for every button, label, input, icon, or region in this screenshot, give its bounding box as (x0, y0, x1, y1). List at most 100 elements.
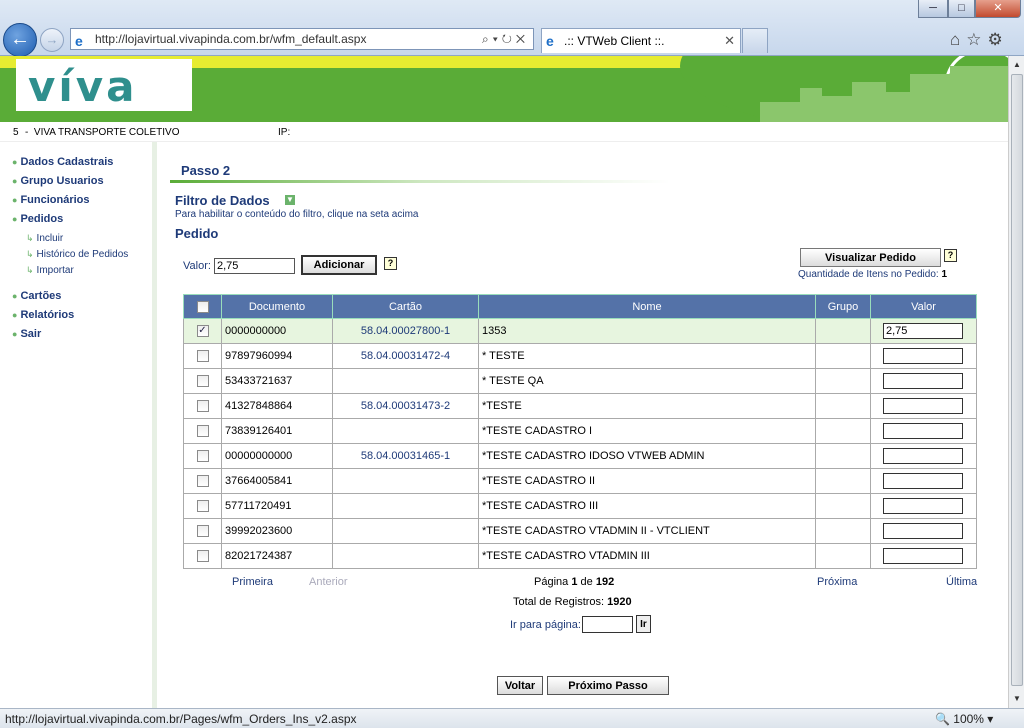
cell-documento: 57711720491 (221, 493, 333, 519)
back-button[interactable]: Voltar (497, 676, 543, 695)
banner-building (800, 88, 822, 122)
row-checkbox[interactable] (196, 350, 209, 363)
vertical-scrollbar[interactable]: ▲ ▼ (1008, 56, 1024, 708)
address-tools-icons[interactable]: ⌕▾↻✕ (482, 29, 529, 49)
tab-close-icon[interactable]: ✕ (724, 29, 735, 53)
expand-filter-icon[interactable]: ▼ (285, 195, 295, 205)
cell-nome: *TESTE CADASTRO IDOSO VTWEB ADMIN (478, 443, 816, 469)
tab-vtweb-client[interactable]: e .:: VTWeb Client ::. ✕ (541, 28, 741, 53)
add-button[interactable]: Adicionar (301, 255, 377, 275)
cell-documento: 53433721637 (221, 368, 333, 394)
row-checkbox[interactable] (196, 525, 209, 538)
view-order-button[interactable]: Visualizar Pedido (800, 248, 941, 267)
table-row[interactable]: 73839126401 *TESTE CADASTRO I (183, 418, 977, 444)
pager-last-link[interactable]: Última (946, 576, 977, 588)
forward-arrow-icon[interactable]: → (40, 28, 64, 52)
maximize-button[interactable]: □ (948, 0, 975, 18)
step-title: Passo 2 (181, 163, 231, 178)
sidebar-item-funcionarios[interactable]: ● Funcionários (12, 194, 90, 206)
sidebar-item-grupo-usuarios[interactable]: ● Grupo Usuarios (12, 175, 104, 187)
goto-page-input[interactable] (582, 616, 633, 633)
table-row[interactable]: 39992023600 *TESTE CADASTRO VTADMIN II -… (183, 518, 977, 544)
back-arrow-icon[interactable]: ← (3, 23, 37, 57)
pager-next-link[interactable]: Próxima (817, 576, 857, 588)
sidebar-subitem-importar[interactable]: ↳ Importar (26, 265, 74, 276)
row-valor-input[interactable] (883, 548, 963, 564)
row-valor-input[interactable] (883, 323, 963, 339)
sidebar-item-dados-cadastrais[interactable]: ● Dados Cadastrais (12, 156, 113, 168)
row-valor-input[interactable] (883, 423, 963, 439)
row-checkbox[interactable] (196, 375, 209, 388)
close-window-button[interactable]: ✕ (975, 0, 1021, 18)
table-row[interactable]: 97897960994 58.04.00031472-4 * TESTE (183, 343, 977, 369)
banner-building (852, 82, 886, 122)
cell-nome: *TESTE (478, 393, 816, 419)
goto-page-button[interactable]: Ir (636, 615, 651, 633)
row-checkbox[interactable] (196, 550, 209, 563)
row-valor-input[interactable] (883, 398, 963, 414)
scroll-thumb[interactable] (1011, 74, 1023, 686)
cell-grupo (815, 443, 871, 469)
order-title: Pedido (175, 226, 219, 241)
cell-documento: 41327848864 (221, 393, 333, 419)
pager-first-link[interactable]: Primeira (232, 576, 273, 588)
row-valor-input[interactable] (883, 473, 963, 489)
cell-documento: 82021724387 (221, 543, 333, 569)
help-icon[interactable]: ? (384, 257, 397, 270)
table-row[interactable]: 37664005841 *TESTE CADASTRO II (183, 468, 977, 494)
minimize-button[interactable]: ─ (918, 0, 948, 18)
banner-building (760, 102, 800, 122)
table-row[interactable]: 00000000000 58.04.00031465-1 *TESTE CADA… (183, 443, 977, 469)
new-tab-button[interactable] (742, 28, 768, 53)
address-bar[interactable]: e http://lojavirtual.vivapinda.com.br/wf… (70, 28, 534, 50)
sidebar-subitem-incluir[interactable]: ↳ Incluir (26, 233, 63, 244)
cell-grupo (815, 368, 871, 394)
col-cartao: Cartão (332, 294, 479, 319)
select-all-header[interactable] (183, 294, 222, 319)
status-url: http://lojavirtual.vivapinda.com.br/Page… (5, 712, 357, 726)
sidebar-item-sair[interactable]: ● Sair (12, 328, 41, 340)
row-valor-input[interactable] (883, 448, 963, 464)
scroll-up-icon[interactable]: ▲ (1010, 58, 1024, 72)
row-checkbox[interactable] (196, 500, 209, 513)
table-row[interactable]: ✓ 0000000000 58.04.00027800-1 1353 (183, 318, 977, 344)
row-valor-input[interactable] (883, 498, 963, 514)
zoom-control[interactable]: 🔍 100% ▾ (935, 712, 993, 726)
row-checkbox[interactable]: ✓ (196, 325, 209, 338)
cell-cartao (332, 543, 479, 569)
goto-page-label: Ir para página: (510, 619, 581, 631)
cell-documento: 97897960994 (221, 343, 333, 369)
banner-building (950, 66, 1008, 122)
row-checkbox[interactable] (196, 425, 209, 438)
row-checkbox[interactable] (196, 475, 209, 488)
cell-grupo (815, 543, 871, 569)
table-row[interactable]: 53433721637 * TESTE QA (183, 368, 977, 394)
cell-nome: *TESTE CADASTRO VTADMIN III (478, 543, 816, 569)
row-valor-input[interactable] (883, 348, 963, 364)
pager: Primeira Anterior Página 1 de 192 Próxim… (183, 576, 977, 592)
row-checkbox[interactable] (196, 450, 209, 463)
next-step-button[interactable]: Próximo Passo (547, 676, 669, 695)
table-row[interactable]: 82021724387 *TESTE CADASTRO VTADMIN III (183, 543, 977, 569)
cell-cartao: 58.04.00027800-1 (332, 318, 479, 344)
sidebar-item-relatorios[interactable]: ● Relatórios (12, 309, 74, 321)
banner-building (822, 96, 852, 122)
row-valor-input[interactable] (883, 523, 963, 539)
scroll-down-icon[interactable]: ▼ (1010, 692, 1024, 706)
cell-cartao (332, 518, 479, 544)
cell-grupo (815, 468, 871, 494)
valor-input[interactable] (214, 258, 295, 274)
table-row[interactable]: 41327848864 58.04.00031473-2 *TESTE (183, 393, 977, 419)
sidebar-subitem-historico[interactable]: ↳ Histórico de Pedidos (26, 249, 128, 260)
home-favorites-tools-icons[interactable]: ⌂☆⚙ (950, 30, 1009, 50)
help-icon[interactable]: ? (944, 249, 957, 262)
cell-nome: * TESTE (478, 343, 816, 369)
order-item-count: Quantidade de Itens no Pedido: 1 (798, 269, 948, 280)
cell-nome: 1353 (478, 318, 816, 344)
sidebar-item-cartoes[interactable]: ● Cartões (12, 290, 61, 302)
sidebar-item-pedidos[interactable]: ● Pedidos (12, 213, 63, 225)
row-valor-input[interactable] (883, 373, 963, 389)
row-checkbox[interactable] (196, 400, 209, 413)
table-row[interactable]: 57711720491 *TESTE CADASTRO III (183, 493, 977, 519)
select-all-checkbox[interactable] (196, 300, 209, 313)
